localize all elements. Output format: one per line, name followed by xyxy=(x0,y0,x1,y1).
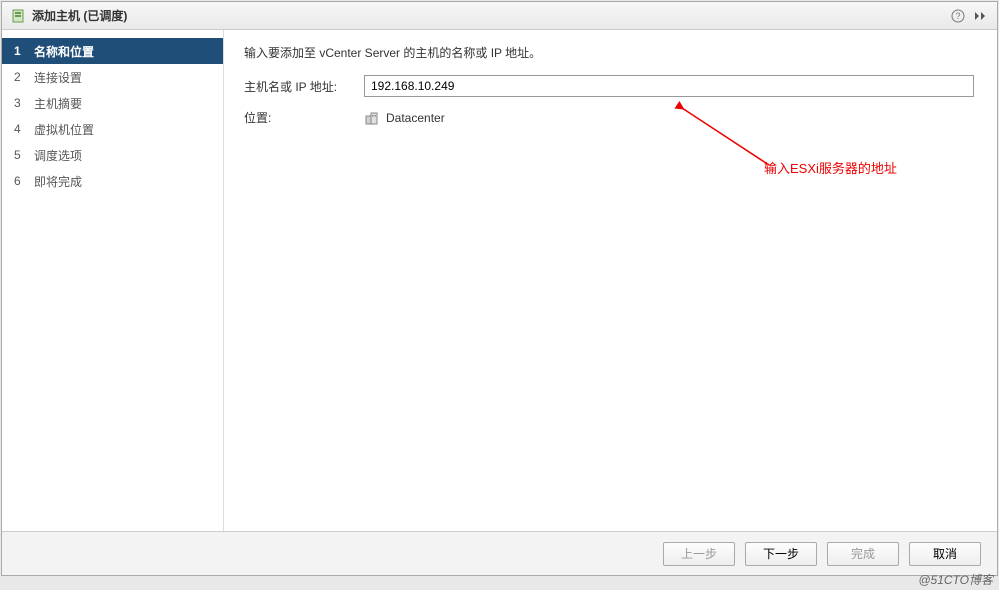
wizard-main: 输入要添加至 vCenter Server 的主机的名称或 IP 地址。 主机名… xyxy=(224,30,997,531)
host-icon xyxy=(10,8,26,24)
location-label: 位置: xyxy=(244,109,364,126)
datacenter-icon xyxy=(364,110,380,126)
step-complete[interactable]: 6 即将完成 xyxy=(2,168,223,194)
step-connection[interactable]: 2 连接设置 xyxy=(2,64,223,90)
back-button[interactable]: 上一步 xyxy=(663,542,735,566)
location-row: 位置: Datacenter xyxy=(244,109,977,126)
help-icon[interactable]: ? xyxy=(949,7,967,25)
step-name-location[interactable]: 1 名称和位置 xyxy=(2,38,223,64)
expand-icon[interactable] xyxy=(971,7,989,25)
wizard-sidebar: 1 名称和位置 2 连接设置 3 主机摘要 4 虚拟机位置 5 调度选项 6 即… xyxy=(2,30,224,531)
step-label: 即将完成 xyxy=(34,173,82,190)
add-host-dialog: 添加主机 (已调度) ? 1 名称和位置 2 连接设置 3 主机摘要 4 xyxy=(1,1,998,576)
step-summary[interactable]: 3 主机摘要 xyxy=(2,90,223,116)
dialog-footer: 上一步 下一步 完成 取消 xyxy=(2,531,997,575)
cancel-button[interactable]: 取消 xyxy=(909,542,981,566)
annotation-text: 输入ESXi服务器的地址 xyxy=(764,158,897,177)
dialog-title: 添加主机 (已调度) xyxy=(32,7,127,24)
svg-text:?: ? xyxy=(955,11,960,21)
next-button[interactable]: 下一步 xyxy=(745,542,817,566)
host-input[interactable] xyxy=(364,75,974,97)
step-label: 连接设置 xyxy=(34,69,82,86)
finish-button[interactable]: 完成 xyxy=(827,542,899,566)
step-label: 主机摘要 xyxy=(34,95,82,112)
dialog-body: 1 名称和位置 2 连接设置 3 主机摘要 4 虚拟机位置 5 调度选项 6 即… xyxy=(2,30,997,531)
watermark: @51CTO博客 xyxy=(918,571,993,588)
step-vm-location[interactable]: 4 虚拟机位置 xyxy=(2,116,223,142)
host-row: 主机名或 IP 地址: xyxy=(244,75,977,97)
step-label: 调度选项 xyxy=(34,147,82,164)
host-label: 主机名或 IP 地址: xyxy=(244,78,364,95)
location-value: Datacenter xyxy=(364,110,445,126)
location-text: Datacenter xyxy=(386,111,445,125)
titlebar: 添加主机 (已调度) ? xyxy=(2,2,997,30)
step-label: 名称和位置 xyxy=(34,43,94,60)
step-label: 虚拟机位置 xyxy=(34,121,94,138)
step-schedule[interactable]: 5 调度选项 xyxy=(2,142,223,168)
instruction-text: 输入要添加至 vCenter Server 的主机的名称或 IP 地址。 xyxy=(244,44,977,61)
